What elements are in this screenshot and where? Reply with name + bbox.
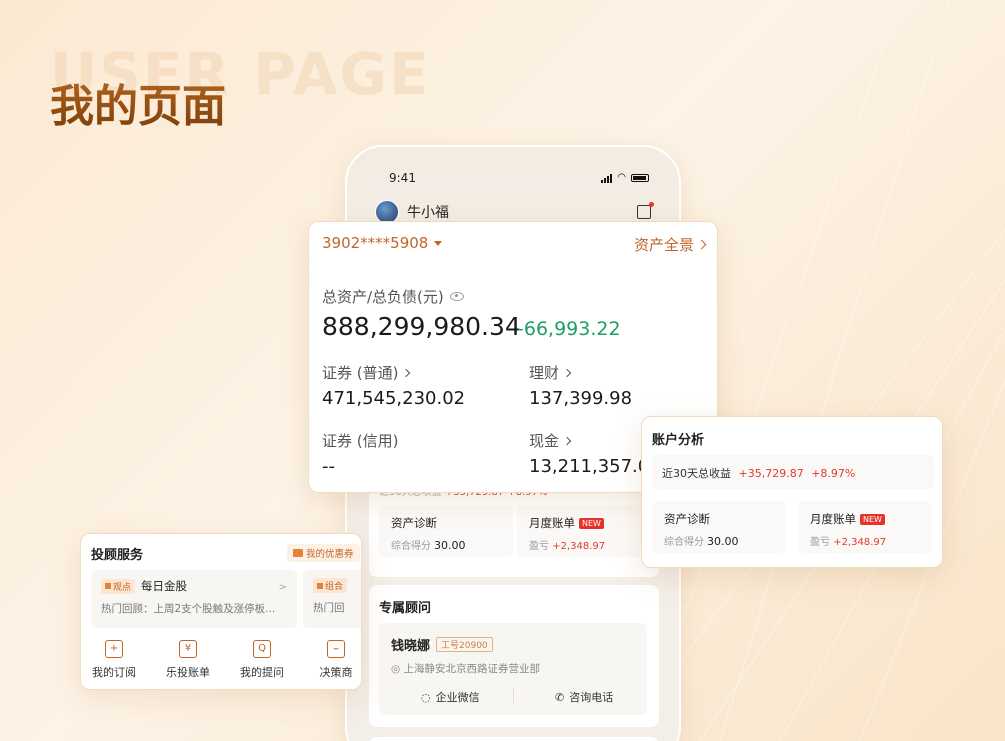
caret-down-icon bbox=[434, 240, 443, 246]
new-badge: NEW bbox=[860, 513, 885, 525]
subscribe-icon: + bbox=[105, 640, 123, 658]
battery-icon bbox=[631, 174, 649, 182]
chevron-right-icon: > bbox=[278, 582, 287, 593]
chevron-right-icon bbox=[562, 436, 572, 445]
wealth-link[interactable]: 理财 bbox=[529, 362, 572, 383]
service-title: 投顾服务 bbox=[91, 548, 144, 563]
advisor-address: ◎ 上海静安北京西路证券营业部 bbox=[391, 663, 540, 675]
securities-credit-value: -- bbox=[322, 456, 335, 477]
portfolio-tag: 组合 bbox=[313, 578, 348, 593]
analysis-title: 账户分析 bbox=[652, 433, 705, 448]
chevron-right-icon bbox=[562, 368, 572, 377]
signal-icon bbox=[601, 173, 613, 183]
viewpoint-tag: 观点 bbox=[101, 578, 136, 594]
background-stage: USER PAGE 我的页面 9:41 ◠ 牛小福 近30天总收益 +35,72… bbox=[0, 0, 1005, 741]
chevron-right-icon bbox=[696, 239, 707, 250]
page-title: 我的页面 bbox=[50, 70, 226, 134]
new-badge: NEW bbox=[579, 517, 604, 529]
account-analysis-card: 账户分析 近30天总收益 +35,729.87 +8.97% 资产诊断 综合得分… bbox=[641, 416, 943, 568]
chat-icon: ◌ bbox=[421, 690, 431, 704]
shortcut-bill[interactable]: ¥ 乐投账单 bbox=[157, 640, 219, 680]
advisory-service-card: 投顾服务 我的优惠券 观点 每日金股 热门回顾：上周2支个股触及涨停板... >… bbox=[80, 533, 362, 690]
wealth-value: 137,399.98 bbox=[529, 388, 633, 409]
message-icon[interactable] bbox=[637, 202, 654, 219]
decision-icon: ⌣ bbox=[327, 640, 345, 658]
phone-icon: ✆ bbox=[555, 690, 565, 704]
diagnosis-tile[interactable]: 资产诊断 综合得分 30.00 bbox=[652, 501, 786, 553]
diagnosis-tile[interactable]: 资产诊断 综合得分 30.00 bbox=[379, 505, 513, 557]
account-selector[interactable]: 3902****5908 bbox=[322, 234, 443, 252]
diagnosis-title: 资产诊断 bbox=[391, 516, 437, 530]
item-desc: 热门回 bbox=[313, 602, 345, 614]
divider bbox=[513, 687, 514, 703]
daily-stock-item[interactable]: 观点 每日金股 热门回顾：上周2支个股触及涨停板... > bbox=[91, 570, 297, 628]
cash-link[interactable]: 现金 bbox=[529, 430, 572, 451]
advisor-name: 钱晓娜 bbox=[391, 639, 431, 654]
total-assets-value: 888,299,980.34 bbox=[322, 312, 521, 341]
item-desc: 热门回顾：上周2支个股触及涨停板... bbox=[101, 603, 276, 615]
shortcut-decision[interactable]: ⌣ 决策商 bbox=[305, 640, 361, 680]
securities-credit-label: 证券 (信用) bbox=[322, 432, 399, 450]
bill-icon: ¥ bbox=[179, 640, 197, 658]
advisor-card: 专属顾问 钱晓娜 工号20900 ◎ 上海静安北京西路证券营业部 ◌ 企业微信 … bbox=[369, 585, 659, 727]
user-name: 牛小福 bbox=[407, 205, 449, 221]
employee-id-badge: 工号20900 bbox=[436, 637, 493, 652]
coupon-link[interactable]: 我的优惠券 bbox=[287, 544, 360, 562]
advisor-title: 专属顾问 bbox=[379, 601, 432, 616]
item-title: 每日金股 bbox=[141, 579, 188, 593]
status-icons: ◠ bbox=[601, 173, 649, 183]
phone-bottom-card bbox=[369, 737, 659, 741]
status-time: 9:41 bbox=[389, 171, 416, 185]
total-change-value: -66,993.22 bbox=[517, 318, 621, 340]
portfolio-item[interactable]: 组合 热门回 bbox=[303, 570, 361, 628]
shortcut-questions[interactable]: Q 我的提问 bbox=[231, 640, 293, 680]
total-assets-label: 总资产/总负债(元) bbox=[322, 286, 464, 307]
wifi-icon: ◠ bbox=[617, 172, 626, 183]
securities-normal-link[interactable]: 证券 (普通) bbox=[322, 362, 411, 383]
chevron-right-icon bbox=[402, 368, 411, 377]
shortcut-subscriptions[interactable]: + 我的订阅 bbox=[83, 640, 145, 680]
return-row: 近30天总收益 +35,729.87 +8.97% bbox=[652, 455, 934, 489]
monthly-bill-tile[interactable]: 月度账单 NEW 盈亏 +2,348.97 bbox=[517, 505, 651, 557]
question-icon: Q bbox=[253, 640, 271, 658]
monthly-bill-tile[interactable]: 月度账单 NEW 盈亏 +2,348.97 bbox=[798, 501, 932, 553]
wechat-button[interactable]: ◌ 企业微信 bbox=[421, 689, 480, 705]
coupon-icon bbox=[293, 549, 303, 557]
call-button[interactable]: ✆ 咨询电话 bbox=[555, 689, 613, 705]
eye-icon[interactable] bbox=[449, 292, 464, 301]
asset-overview-link[interactable]: 资产全景 bbox=[634, 234, 707, 255]
securities-normal-value: 471,545,230.02 bbox=[322, 388, 466, 409]
